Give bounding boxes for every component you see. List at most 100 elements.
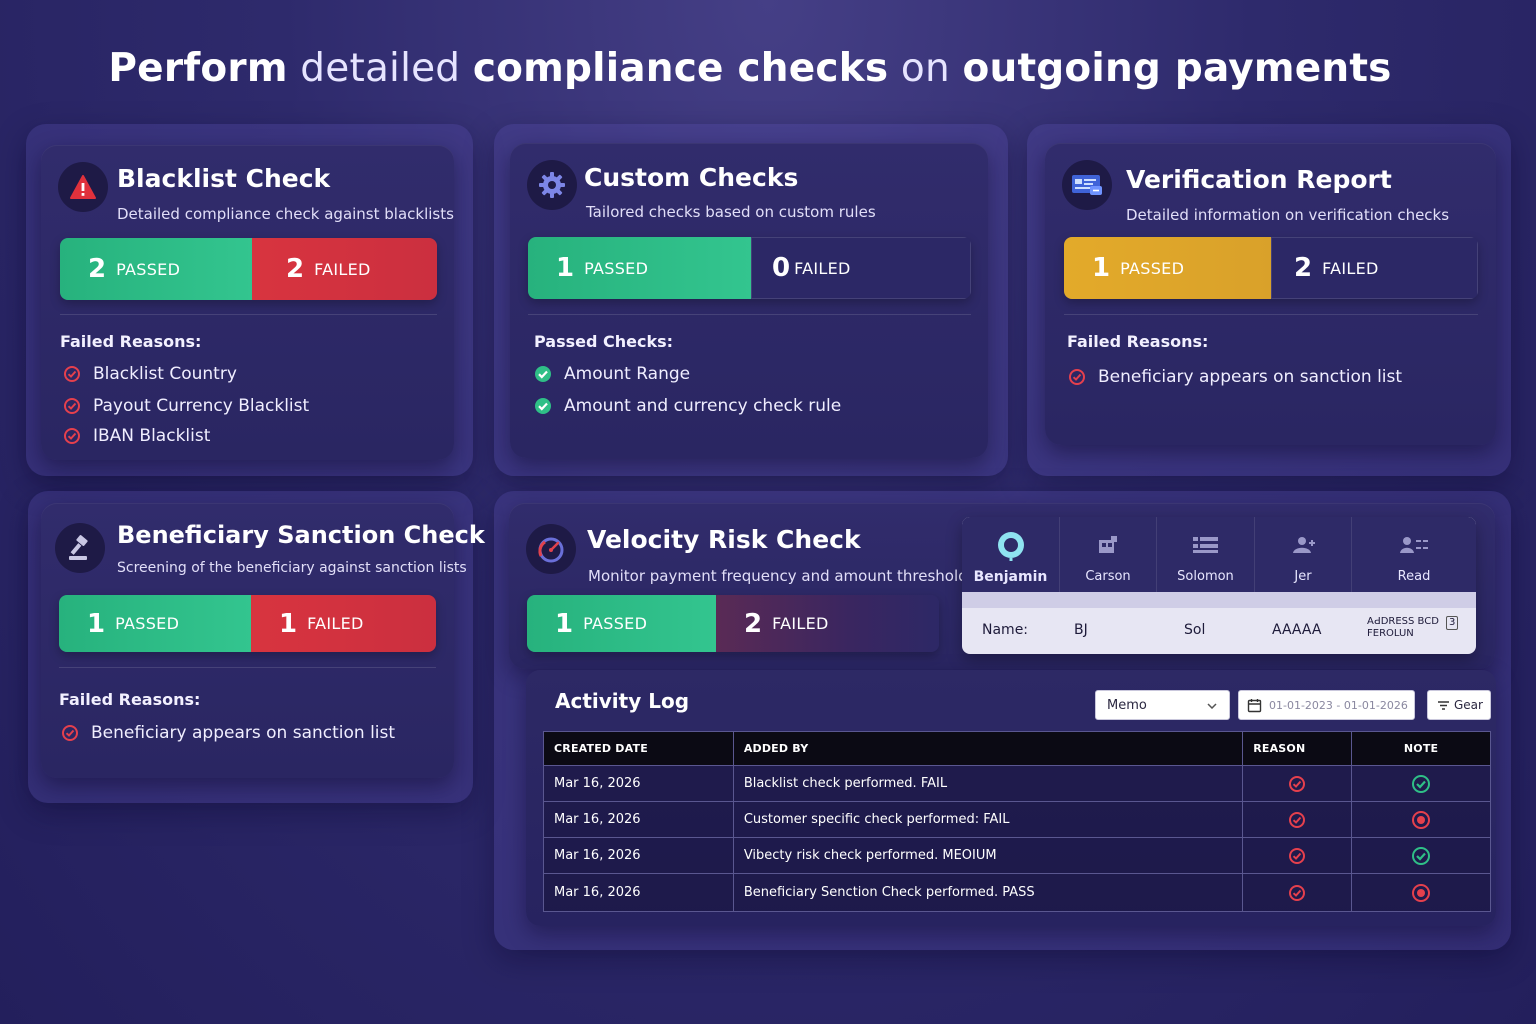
fail-check-icon [1289, 847, 1306, 864]
title-part-strong: compliance checks [472, 46, 889, 91]
passed-segment[interactable]: 1 PASSED [59, 595, 251, 652]
item-label: Amount Range [564, 364, 691, 384]
cell-added-by: Vibecty risk check performed. MEOIUM [732, 837, 1244, 874]
fail-check-icon [64, 366, 80, 382]
failed-segment[interactable]: 2 FAILED [716, 595, 939, 652]
row-value-bj: BJ [1074, 622, 1088, 638]
velocity-result-bar: 1 PASSED 2 FAILED [527, 595, 939, 652]
people-tab-carson[interactable]: Carson [1060, 517, 1157, 592]
people-tab-solomon[interactable]: Solomon [1157, 517, 1255, 592]
calendar-icon [1247, 698, 1262, 712]
people-name-row: Name: BJ Sol AAAAA AԀDRESS BCD FEROLUN 3 [962, 608, 1476, 654]
pass-check-icon [535, 398, 551, 414]
date-range-input[interactable]: 01-01-2023 - 01-01-2026 [1238, 690, 1415, 720]
filter-icon [1438, 700, 1449, 710]
list-item: Blacklist Country [63, 364, 237, 384]
passed-segment[interactable]: 1 PASSED [527, 595, 716, 652]
cell-added-by: Blacklist check performed. FAIL [732, 765, 1244, 802]
failed-label: FAILED [314, 259, 371, 279]
passed-segment[interactable]: 1 PASSED [528, 237, 751, 299]
cell-reason [1242, 837, 1353, 874]
memo-select[interactable]: Memo [1095, 690, 1230, 720]
passed-segment[interactable]: 1 PASSED [1064, 237, 1271, 299]
list-item: Beneficiary appears on sanction list [1068, 367, 1402, 387]
pass-check-icon [1412, 774, 1431, 793]
people-tab-label: Solomon [1177, 569, 1234, 584]
column-added-by[interactable]: ADDED BY [732, 731, 1244, 766]
address-line-2: FEROLUN [1367, 628, 1414, 639]
people-tab-jer[interactable]: Jer [1255, 517, 1352, 592]
card-subtitle: Tailored checks based on custom rules [586, 203, 876, 221]
activity-log-table: CREATED DATE ADDED BY REASON NOTE Mar 16… [543, 731, 1491, 912]
people-tab-label: Jer [1294, 569, 1312, 584]
table-row[interactable]: Mar 16, 2026 Customer specific check per… [543, 801, 1491, 838]
list-item: Amount and currency check rule [534, 396, 841, 416]
card-title: Velocity Risk Check [587, 525, 861, 554]
passed-count: 1 [87, 608, 106, 639]
failed-segment[interactable]: 2 FAILED [252, 238, 437, 300]
people-tab-label: Carson [1085, 569, 1131, 584]
failed-label: FAILED [794, 258, 851, 278]
cell-date: Mar 16, 2026 [543, 801, 734, 838]
table-row[interactable]: Mar 16, 2026 Beneficiary Senction Check … [543, 873, 1491, 912]
list-item: IBAN Blacklist [63, 426, 210, 446]
title-part-strong: outgoing payments [962, 46, 1392, 91]
passed-count: 1 [1092, 253, 1111, 283]
passed-segment[interactable]: 2 PASSED [60, 238, 252, 300]
card-subtitle: Monitor payment frequency and amount thr… [588, 567, 976, 585]
failed-count: 2 [1294, 253, 1313, 283]
people-strip [962, 592, 1476, 608]
chevron-down-icon [1207, 703, 1217, 709]
failed-count: 0 [772, 253, 791, 283]
cell-reason [1242, 765, 1353, 802]
failed-count: 1 [279, 608, 298, 639]
people-tab-label: Benjamin [973, 569, 1048, 585]
item-label: Amount and currency check rule [564, 396, 842, 416]
people-tab-read[interactable]: Read [1352, 517, 1476, 592]
passed-label: PASSED [583, 614, 648, 633]
id-card-icon [1062, 160, 1112, 210]
card-subtitle: Screening of the beneficiary against san… [117, 560, 467, 576]
divider [1064, 314, 1478, 315]
card-title: Beneficiary Sanction Check [117, 521, 485, 549]
failed-segment[interactable]: 1 FAILED [251, 595, 436, 652]
column-note[interactable]: NOTE [1351, 731, 1491, 766]
address-badge[interactable]: 3 [1446, 616, 1459, 630]
gavel-icon [55, 523, 105, 573]
user-list-icon [1400, 537, 1428, 553]
card-title: Blacklist Check [117, 164, 331, 193]
table-row[interactable]: Mar 16, 2026 Vibecty risk check performe… [543, 837, 1491, 874]
card-title: Custom Checks [584, 163, 799, 192]
cell-date: Mar 16, 2026 [543, 765, 734, 802]
table-row[interactable]: Mar 16, 2026 Blacklist check performed. … [543, 765, 1491, 802]
row-value-sol: Sol [1184, 622, 1206, 638]
failed-count: 2 [744, 608, 763, 639]
divider [528, 314, 971, 315]
item-label: Blacklist Country [93, 364, 237, 384]
custom-result-bar: 1 PASSED 0 FAILED [528, 237, 971, 299]
fail-check-icon [62, 725, 78, 741]
activity-log-title: Activity Log [555, 689, 690, 713]
failed-count: 2 [286, 254, 305, 284]
list-item: Beneficiary appears on sanction list [61, 723, 395, 743]
memo-select-value: Memo [1107, 697, 1147, 713]
verification-result-bar: 1 PASSED 2 FAILED [1064, 237, 1478, 299]
row-value-aaaaa: AAAAA [1272, 622, 1322, 638]
fail-check-icon [1289, 775, 1306, 792]
people-tab-benjamin[interactable]: Benjamin [962, 517, 1060, 592]
passed-label: PASSED [1120, 258, 1185, 278]
failed-label: FAILED [1322, 258, 1379, 278]
fail-dot-icon [1412, 883, 1431, 902]
failed-segment[interactable]: 0 FAILED [751, 237, 971, 299]
column-created-date[interactable]: CREATED DATE [543, 731, 734, 766]
gear-filter-label: Gear [1454, 698, 1483, 712]
item-label: Payout Currency Blacklist [93, 396, 310, 416]
cell-reason [1242, 873, 1353, 912]
row-value-address: AԀDRESS BCD FEROLUN [1367, 616, 1439, 640]
item-label: IBAN Blacklist [93, 426, 211, 446]
column-reason[interactable]: REASON [1242, 731, 1353, 766]
card-title: Verification Report [1126, 165, 1392, 194]
failed-segment[interactable]: 2 FAILED [1271, 237, 1478, 299]
gear-icon [527, 160, 577, 210]
gear-filter-button[interactable]: Gear [1427, 690, 1491, 720]
